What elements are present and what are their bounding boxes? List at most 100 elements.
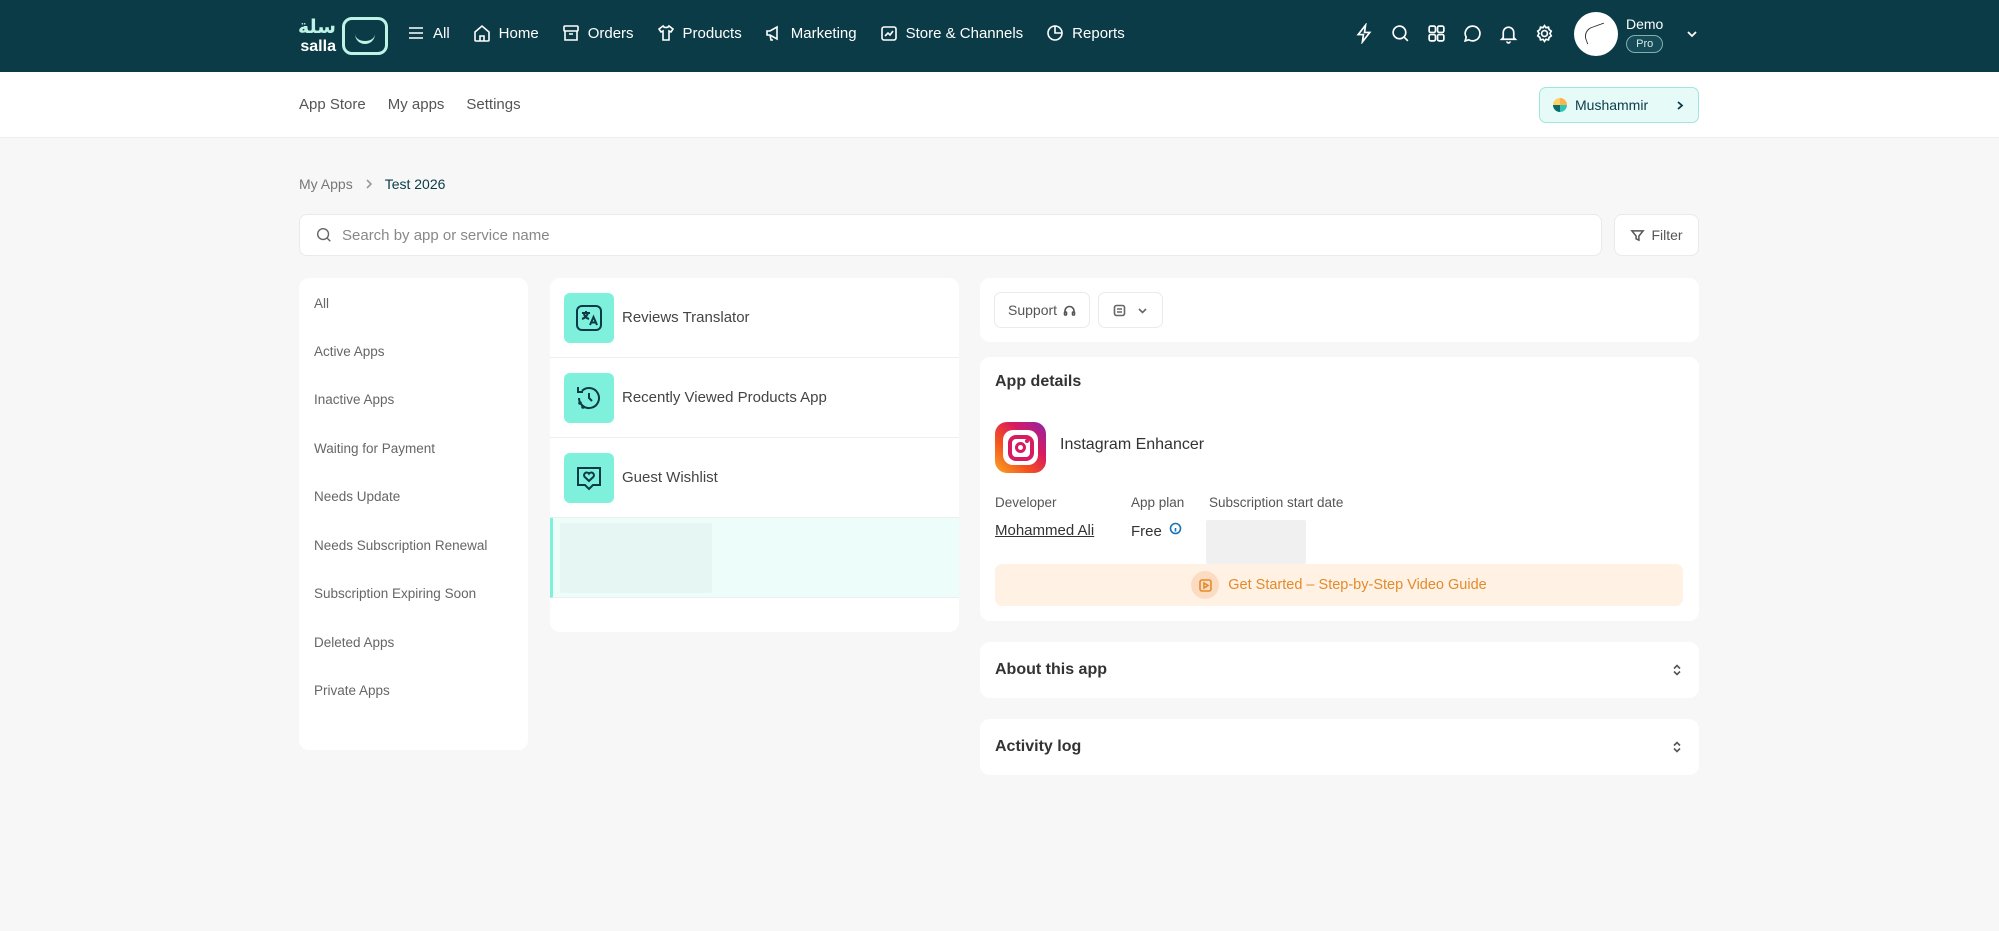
filter-icon: [1630, 229, 1646, 241]
support-button[interactable]: Support: [994, 292, 1091, 328]
nav-item-label: Products: [682, 24, 742, 42]
info-circle-icon: [1169, 522, 1182, 535]
list-item-loading[interactable]: [550, 518, 959, 598]
top-navigation-bar: سلة salla All Home Orders Products Marke…: [0, 0, 1999, 72]
settings-button[interactable]: [1532, 21, 1556, 45]
nav-item-orders[interactable]: Orders: [561, 23, 634, 43]
nav-item-home[interactable]: Home: [472, 23, 539, 43]
plan-label: App plan: [1131, 495, 1185, 510]
app-actions-toolbar: Support: [980, 278, 1699, 342]
plan-value-wrap: Free: [1131, 522, 1182, 540]
video-guide-button[interactable]: Get Started – Step-by-Step Video Guide: [995, 564, 1683, 606]
section-title: App details: [995, 373, 1082, 390]
headset-icon: [1063, 305, 1076, 316]
notifications-button[interactable]: [1496, 21, 1520, 45]
store-channels-icon: [880, 26, 897, 41]
status-filter-waiting-payment[interactable]: Waiting for Payment: [299, 424, 528, 473]
salla-logo[interactable]: سلة salla: [298, 14, 388, 58]
breadcrumb-root[interactable]: My Apps: [299, 176, 353, 192]
search-input[interactable]: [342, 226, 1542, 244]
logo-text: سلة salla: [298, 18, 336, 55]
sub-navigation: App Store My apps Settings: [0, 72, 1999, 138]
gear-icon: [1536, 23, 1552, 43]
nav-item-products[interactable]: Products: [656, 23, 742, 43]
search-button[interactable]: [1388, 21, 1412, 45]
breadcrumb-current: Test 2026: [384, 176, 446, 192]
nav-item-label: Orders: [587, 24, 634, 42]
activity-log-accordion[interactable]: Activity log: [980, 719, 1699, 775]
nav-item-marketing[interactable]: Marketing: [764, 23, 857, 43]
status-filter-needs-renewal[interactable]: Needs Subscription Renewal: [299, 521, 528, 570]
chat-button[interactable]: [1460, 21, 1484, 45]
developer-label: Developer: [995, 495, 1057, 510]
nav-item-label: Store & Channels: [905, 24, 1024, 42]
list-item[interactable]: Guest Wishlist: [550, 438, 959, 518]
status-filter-private[interactable]: Private Apps: [299, 667, 528, 716]
search-bar: [299, 214, 1602, 256]
main-nav: All Home Orders Products Marketing Store…: [406, 0, 1125, 66]
avatar: [1574, 12, 1618, 56]
search-icon: [316, 227, 331, 242]
more-actions-dropdown[interactable]: [1098, 292, 1164, 328]
app-list: Reviews Translator Recently Viewed Produ…: [550, 278, 959, 632]
translate-icon: [576, 304, 602, 331]
status-filter-needs-update[interactable]: Needs Update: [299, 473, 528, 522]
logo-mark-icon: [341, 17, 388, 55]
status-filter-active[interactable]: Active Apps: [299, 327, 528, 376]
app-name: Reviews Translator: [622, 309, 750, 326]
nav-item-label: Reports: [1072, 24, 1125, 42]
app-details-card: App details Instagram Enhancer Developer…: [980, 357, 1699, 621]
lightning-button[interactable]: [1352, 21, 1376, 45]
store-switcher[interactable]: Mushammir: [1539, 87, 1699, 123]
search-icon: [1391, 24, 1408, 41]
nav-item-label: All: [433, 24, 450, 42]
products-icon: [657, 24, 674, 41]
user-name: Demo: [1626, 15, 1664, 32]
app-icon-tile: [564, 372, 614, 423]
tab-my-apps[interactable]: My apps: [388, 96, 445, 113]
menu-icon: [409, 27, 423, 39]
status-filter-inactive[interactable]: Inactive Apps: [299, 376, 528, 425]
subscription-start-label: Subscription start date: [1209, 495, 1344, 510]
app-status-filters: All Active Apps Inactive Apps Waiting fo…: [299, 278, 528, 750]
header-actions: [1352, 21, 1556, 45]
nav-item-reports[interactable]: Reports: [1045, 23, 1125, 43]
play-box-icon: [1198, 578, 1212, 592]
accordion-title: Activity log: [995, 738, 1082, 755]
list-item[interactable]: Recently Viewed Products App: [550, 358, 959, 438]
chat-icon: [1463, 24, 1481, 42]
user-menu[interactable]: Demo Pro: [1574, 10, 1699, 58]
plan-badge: Pro: [1626, 34, 1664, 53]
instagram-icon: [995, 422, 1046, 473]
filter-label: Filter: [1651, 227, 1683, 243]
tab-settings[interactable]: Settings: [466, 96, 520, 113]
instagram-glyph: [1003, 430, 1038, 465]
home-icon: [473, 24, 490, 42]
lightning-icon: [1355, 22, 1371, 44]
logo-arabic: سلة: [298, 16, 336, 38]
expand-icon: [1673, 664, 1681, 676]
info-icon[interactable]: [1169, 522, 1182, 535]
status-filter-deleted[interactable]: Deleted Apps: [299, 618, 528, 667]
tab-app-store[interactable]: App Store: [299, 96, 366, 113]
status-filter-all[interactable]: All: [299, 291, 528, 315]
plan-value: Free: [1131, 523, 1162, 540]
video-icon: [1191, 571, 1220, 599]
app-name: Recently Viewed Products App: [622, 389, 827, 406]
developer-link[interactable]: Mohammed Ali: [995, 522, 1094, 539]
nav-item-label: Home: [498, 24, 539, 42]
list-item[interactable]: Reviews Translator: [550, 278, 959, 358]
heart-chat-icon: [577, 466, 601, 490]
nav-item-all[interactable]: All: [406, 23, 450, 43]
apps-grid-icon: [1427, 24, 1445, 42]
logo-latin: salla: [300, 37, 336, 55]
chevron-right-icon: [1677, 100, 1684, 110]
about-app-accordion[interactable]: About this app: [980, 642, 1699, 698]
status-filter-expiring-soon[interactable]: Subscription Expiring Soon: [299, 570, 528, 619]
nav-item-store-channels[interactable]: Store & Channels: [879, 23, 1024, 43]
filter-button[interactable]: Filter: [1614, 214, 1699, 256]
apps-grid-button[interactable]: [1424, 21, 1448, 45]
menu-box-icon: [1113, 304, 1125, 316]
app-icon-tile: [564, 452, 614, 503]
instagram-dot: [1025, 439, 1029, 443]
